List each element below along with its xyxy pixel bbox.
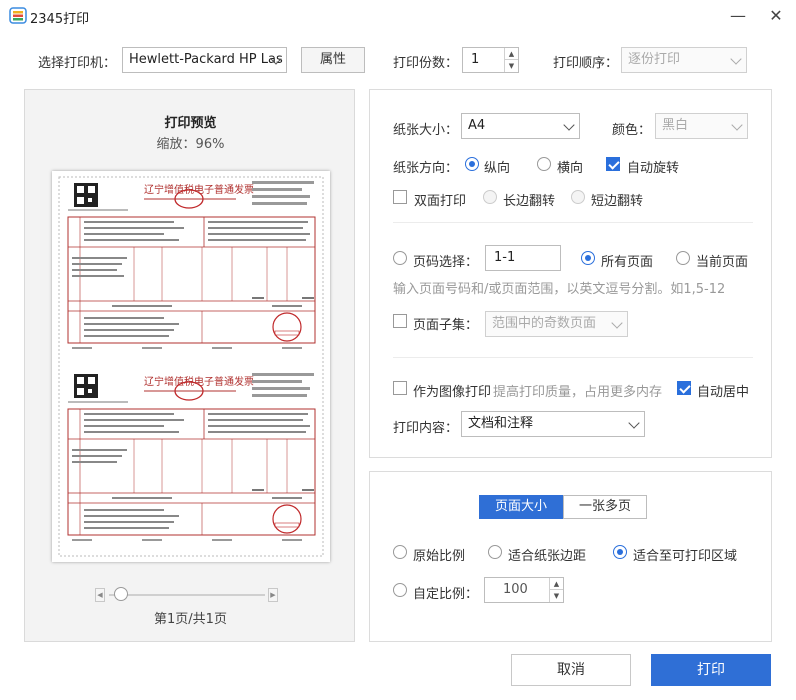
copies-label: 打印份数： xyxy=(393,56,459,71)
divider xyxy=(393,222,753,223)
auto-center-checkbox[interactable] xyxy=(677,381,691,395)
chevron-down-icon xyxy=(731,119,743,131)
properties-button[interactable]: 属性 xyxy=(301,47,365,73)
order-select[interactable]: 逐份打印 xyxy=(621,47,747,73)
page-range-label: 页码选择： xyxy=(413,255,479,270)
custom-scale-radio[interactable] xyxy=(393,583,407,597)
app-logo-icon xyxy=(9,7,27,24)
auto-center-label: 自动居中 xyxy=(697,385,750,400)
custom-scale-decrement-button[interactable]: ▼ xyxy=(550,590,563,602)
preview-zoom: 缩放：96% xyxy=(156,137,225,152)
paper-size-select[interactable]: A4 xyxy=(461,113,580,139)
slider-prev-button[interactable]: ◀ xyxy=(95,588,105,602)
order-select-value: 逐份打印 xyxy=(628,52,681,67)
preview-title: 打印预览 xyxy=(164,116,217,131)
tab-multi-page[interactable]: 一张多页 xyxy=(563,495,647,519)
invoice-title-2: 辽宁增值税电子普通发票 xyxy=(144,375,254,388)
invoice-preview-image: 辽宁增值税电子普通发票 辽宁增值税电子普通发票 xyxy=(58,176,324,557)
custom-scale-value: 100 xyxy=(503,582,528,597)
slider-next-button[interactable]: ▶ xyxy=(268,588,278,602)
copies-decrement-button[interactable]: ▼ xyxy=(505,60,518,72)
paper-size-label: 纸张大小： xyxy=(393,123,459,138)
close-button[interactable]: ✕ xyxy=(762,4,790,28)
page-subset-label: 页面子集： xyxy=(413,318,479,333)
current-page-label: 当前页面 xyxy=(696,255,749,270)
color-value: 黑白 xyxy=(662,118,689,133)
custom-scale-label: 自定比例： xyxy=(413,587,479,602)
page-subset-value: 范围中的奇数页面 xyxy=(492,316,597,331)
page-range-hint: 输入页面号码和/或页面范围，以英文逗号分割。如1,5-12 xyxy=(393,282,726,297)
print-content-value: 文档和注释 xyxy=(468,416,534,431)
paper-size-value: A4 xyxy=(468,118,486,133)
printer-select-value: Hewlett-Packard HP Las xyxy=(129,52,283,67)
duplex-label: 双面打印 xyxy=(414,194,467,209)
page-range-input[interactable]: 1-1 xyxy=(485,245,561,271)
fit-margins-radio[interactable] xyxy=(488,545,502,559)
printer-select[interactable]: Hewlett-Packard HP Las xyxy=(122,47,287,73)
page-range-radio[interactable] xyxy=(393,251,407,265)
page-slider-track[interactable] xyxy=(109,594,265,596)
long-edge-label: 长边翻转 xyxy=(503,194,556,209)
cancel-button[interactable]: 取消 xyxy=(511,654,631,686)
print-button[interactable]: 打印 xyxy=(651,654,771,686)
chevron-down-icon xyxy=(611,317,623,329)
divider xyxy=(393,357,753,358)
color-label: 颜色： xyxy=(612,123,652,138)
title-bar: 2345打印 — ✕ xyxy=(0,0,796,32)
image-print-label: 作为图像打印 xyxy=(413,385,492,400)
fit-margins-label: 适合纸张边距 xyxy=(508,549,587,564)
landscape-label: 横向 xyxy=(557,161,584,176)
window-title: 2345打印 xyxy=(30,12,90,27)
tab-page-size[interactable]: 页面大小 xyxy=(479,495,563,519)
image-print-checkbox[interactable] xyxy=(393,381,407,395)
copies-increment-button[interactable]: ▲ xyxy=(505,48,518,60)
chevron-down-icon xyxy=(563,119,575,131)
auto-rotate-label: 自动旋转 xyxy=(627,161,680,176)
invoice-2: 辽宁增值税电子普通发票 xyxy=(67,373,316,541)
page-subset-select[interactable]: 范围中的奇数页面 xyxy=(485,311,628,337)
short-edge-radio[interactable] xyxy=(571,190,585,204)
original-scale-label: 原始比例 xyxy=(413,549,466,564)
chevron-down-icon xyxy=(730,53,742,65)
copies-value: 1 xyxy=(471,52,480,67)
preview-panel: 打印预览 缩放：96% 辽宁增值税电子普通发票 辽宁增值税电子普通发票 ◀ ▶ … xyxy=(24,89,355,642)
duplex-checkbox[interactable] xyxy=(393,190,407,204)
preview-page: 辽宁增值税电子普通发票 辽宁增值税电子普通发票 xyxy=(52,171,330,562)
fit-printable-label: 适合至可打印区域 xyxy=(633,549,738,564)
copies-stepper[interactable]: 1 ▲ ▼ xyxy=(462,47,519,73)
custom-scale-arrows: ▲ ▼ xyxy=(549,578,563,602)
page-subset-checkbox[interactable] xyxy=(393,314,407,328)
order-label: 打印顺序： xyxy=(553,56,619,71)
minimize-button[interactable]: — xyxy=(724,4,752,28)
all-pages-radio[interactable] xyxy=(581,251,595,265)
page-count: 第1页/共1页 xyxy=(154,612,227,627)
settings-panel xyxy=(369,89,772,458)
auto-rotate-checkbox[interactable] xyxy=(606,157,620,171)
long-edge-radio[interactable] xyxy=(483,190,497,204)
invoice-1: 辽宁增值税电子普通发票 xyxy=(67,181,316,349)
custom-scale-stepper[interactable]: 100 ▲ ▼ xyxy=(484,577,564,603)
original-scale-radio[interactable] xyxy=(393,545,407,559)
print-content-label: 打印内容： xyxy=(393,421,459,436)
image-print-hint: 提高打印质量，占用更多内存 xyxy=(493,385,663,400)
portrait-radio[interactable] xyxy=(465,157,479,171)
print-content-select[interactable]: 文档和注释 xyxy=(461,411,645,437)
landscape-radio[interactable] xyxy=(537,157,551,171)
page-slider-thumb[interactable] xyxy=(114,587,128,601)
all-pages-label: 所有页面 xyxy=(601,255,654,270)
fit-printable-radio[interactable] xyxy=(613,545,627,559)
chevron-down-icon xyxy=(628,417,640,429)
orientation-label: 纸张方向： xyxy=(393,161,459,176)
short-edge-label: 短边翻转 xyxy=(591,194,644,209)
color-select[interactable]: 黑白 xyxy=(655,113,748,139)
portrait-label: 纵向 xyxy=(484,161,511,176)
custom-scale-increment-button[interactable]: ▲ xyxy=(550,578,563,590)
invoice-title-1: 辽宁增值税电子普通发票 xyxy=(144,183,254,196)
copies-stepper-arrows: ▲ ▼ xyxy=(504,48,518,72)
printer-label: 选择打印机： xyxy=(38,56,117,71)
current-page-radio[interactable] xyxy=(676,251,690,265)
